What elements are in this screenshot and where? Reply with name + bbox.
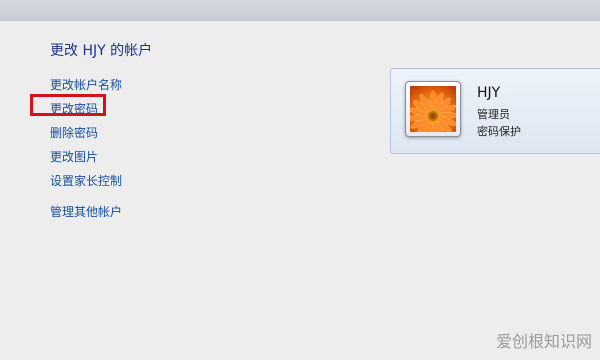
parental-controls-link[interactable]: 设置家长控制: [50, 172, 122, 189]
page-title: 更改 HJY 的帐户: [50, 43, 153, 59]
remove-password-link[interactable]: 删除密码: [50, 124, 98, 141]
flower-icon: [410, 86, 456, 132]
account-name: HJY: [477, 85, 501, 101]
avatar: [405, 81, 461, 137]
watermark: 爱创根知识网: [495, 332, 592, 351]
change-picture-link[interactable]: 更改图片: [50, 148, 98, 165]
account-status: 密码保护: [477, 125, 521, 138]
account-card: HJY 管理员 密码保护: [390, 68, 600, 154]
manage-other-accounts-link[interactable]: 管理其他帐户: [50, 203, 122, 220]
highlight-box: [30, 94, 106, 116]
account-type: 管理员: [477, 108, 510, 121]
window-top-strip: [0, 0, 600, 21]
change-account-name-link[interactable]: 更改帐户名称: [50, 76, 122, 93]
